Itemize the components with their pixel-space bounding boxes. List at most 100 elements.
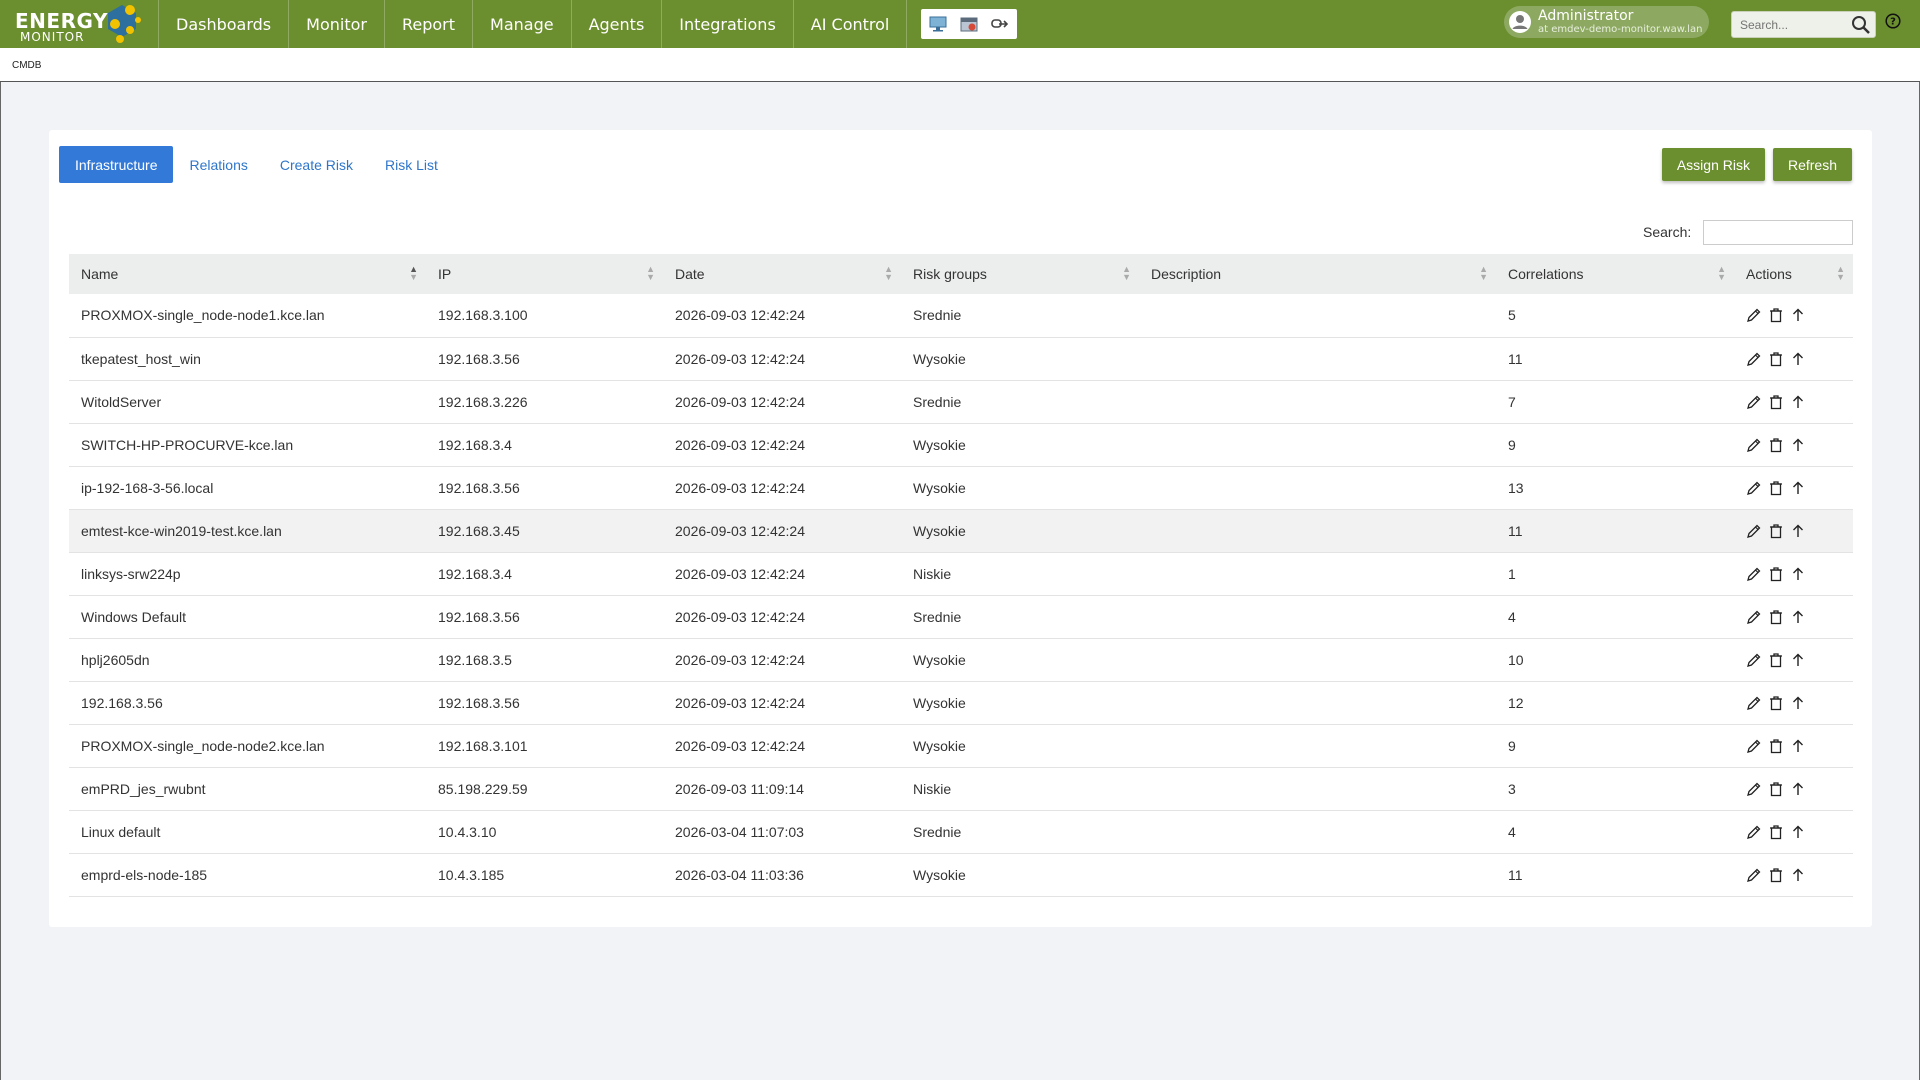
table-search-input[interactable]	[1703, 220, 1853, 245]
alert-calendar-icon[interactable]	[958, 13, 980, 35]
edit-icon[interactable]	[1746, 566, 1762, 582]
delete-icon[interactable]	[1768, 394, 1784, 410]
delete-icon[interactable]	[1768, 867, 1784, 883]
cell-risk-group: Wysokie	[901, 337, 1139, 381]
col-risk-groups[interactable]: Risk groups ▲ ▼	[901, 254, 1139, 294]
delete-icon[interactable]	[1768, 738, 1784, 754]
table-row[interactable]: emprd-els-node-185 10.4.3.185 2026-03-04…	[69, 853, 1853, 897]
edit-icon[interactable]	[1746, 307, 1762, 323]
delete-icon[interactable]	[1768, 824, 1784, 840]
table-row[interactable]: ip-192-168-3-56.local 192.168.3.56 2026-…	[69, 466, 1853, 510]
cell-correlations: 5	[1496, 294, 1734, 338]
delete-icon[interactable]	[1768, 781, 1784, 797]
move-up-icon[interactable]	[1790, 695, 1806, 711]
sort-icon: ▲ ▼	[1717, 264, 1726, 282]
delete-icon[interactable]	[1768, 523, 1784, 539]
cell-actions	[1734, 337, 1853, 381]
delete-icon[interactable]	[1768, 652, 1784, 668]
move-up-icon[interactable]	[1790, 738, 1806, 754]
cell-actions	[1734, 638, 1853, 682]
table-row[interactable]: PROXMOX-single_node-node1.kce.lan 192.16…	[69, 294, 1853, 338]
link-arrow-icon[interactable]	[989, 13, 1011, 35]
move-up-icon[interactable]	[1790, 394, 1806, 410]
move-up-icon[interactable]	[1790, 867, 1806, 883]
nav-dashboards[interactable]: Dashboards	[158, 0, 290, 48]
global-search-input[interactable]	[1732, 12, 1850, 37]
energy-monitor-logo[interactable]: ENERGY MONITOR	[0, 0, 158, 48]
table-row[interactable]: WitoldServer 192.168.3.226 2026-09-03 12…	[69, 380, 1853, 424]
delete-icon[interactable]	[1768, 695, 1784, 711]
col-correlations[interactable]: Correlations ▲ ▼	[1496, 254, 1734, 294]
edit-icon[interactable]	[1746, 437, 1762, 453]
edit-icon[interactable]	[1746, 523, 1762, 539]
table-row[interactable]: emtest-kce-win2019-test.kce.lan 192.168.…	[69, 509, 1853, 553]
cell-date: 2026-09-03 12:42:24	[663, 466, 901, 510]
nav-manage[interactable]: Manage	[473, 0, 572, 48]
edit-icon[interactable]	[1746, 652, 1762, 668]
refresh-button[interactable]: Refresh	[1772, 148, 1852, 181]
edit-icon[interactable]	[1746, 738, 1762, 754]
table-row[interactable]: linksys-srw224p 192.168.3.4 2026-09-03 1…	[69, 552, 1853, 596]
edit-icon[interactable]	[1746, 695, 1762, 711]
cell-actions	[1734, 380, 1853, 424]
delete-icon[interactable]	[1768, 609, 1784, 625]
col-description[interactable]: Description ▲ ▼	[1139, 254, 1496, 294]
table-row[interactable]: Windows Default 192.168.3.56 2026-09-03 …	[69, 595, 1853, 639]
cell-risk-group: Wysokie	[901, 466, 1139, 510]
cell-description	[1139, 294, 1496, 338]
col-ip[interactable]: IP ▲ ▼	[426, 254, 663, 294]
table-row[interactable]: 192.168.3.56 192.168.3.56 2026-09-03 12:…	[69, 681, 1853, 725]
tab-risk-list[interactable]: Risk List	[369, 146, 454, 183]
table-row[interactable]: emPRD_jes_rwubnt 85.198.229.59 2026-09-0…	[69, 767, 1853, 811]
tab-relations[interactable]: Relations	[173, 146, 263, 183]
move-up-icon[interactable]	[1790, 480, 1806, 496]
edit-icon[interactable]	[1746, 351, 1762, 367]
cell-name: ip-192-168-3-56.local	[69, 466, 426, 510]
edit-icon[interactable]	[1746, 609, 1762, 625]
move-up-icon[interactable]	[1790, 609, 1806, 625]
edit-icon[interactable]	[1746, 781, 1762, 797]
move-up-icon[interactable]	[1790, 566, 1806, 582]
move-up-icon[interactable]	[1790, 307, 1806, 323]
table-row[interactable]: tkepatest_host_win 192.168.3.56 2026-09-…	[69, 337, 1853, 381]
help-icon[interactable]: ?	[1885, 13, 1901, 34]
cell-ip: 10.4.3.10	[426, 810, 663, 854]
table-row[interactable]: Linux default 10.4.3.10 2026-03-04 11:07…	[69, 810, 1853, 854]
nav-integrations[interactable]: Integrations	[662, 0, 794, 48]
edit-icon[interactable]	[1746, 480, 1762, 496]
nav-report[interactable]: Report	[385, 0, 474, 48]
nav-monitor[interactable]: Monitor	[289, 0, 385, 48]
delete-icon[interactable]	[1768, 307, 1784, 323]
edit-icon[interactable]	[1746, 394, 1762, 410]
edit-icon[interactable]	[1746, 824, 1762, 840]
tab-infrastructure[interactable]: Infrastructure	[59, 146, 174, 183]
cell-correlations: 12	[1496, 681, 1734, 725]
nav-agents[interactable]: Agents	[572, 0, 663, 48]
delete-icon[interactable]	[1768, 351, 1784, 367]
col-name[interactable]: Name ▲ ▼	[69, 254, 426, 294]
delete-icon[interactable]	[1768, 480, 1784, 496]
assign-risk-button[interactable]: Assign Risk	[1661, 148, 1765, 181]
search-icon[interactable]	[1851, 15, 1871, 40]
table-row[interactable]: hplj2605dn 192.168.3.5 2026-09-03 12:42:…	[69, 638, 1853, 682]
edit-icon[interactable]	[1746, 867, 1762, 883]
delete-icon[interactable]	[1768, 437, 1784, 453]
card-actions: Assign Risk Refresh	[1661, 148, 1852, 181]
cell-actions	[1734, 552, 1853, 596]
col-date[interactable]: Date ▲ ▼	[663, 254, 901, 294]
nav-ai-control[interactable]: AI Control	[794, 0, 908, 48]
move-up-icon[interactable]	[1790, 652, 1806, 668]
move-up-icon[interactable]	[1790, 523, 1806, 539]
table-row[interactable]: PROXMOX-single_node-node2.kce.lan 192.16…	[69, 724, 1853, 768]
table-row[interactable]: SWITCH-HP-PROCURVE-kce.lan 192.168.3.4 2…	[69, 423, 1853, 467]
delete-icon[interactable]	[1768, 566, 1784, 582]
move-up-icon[interactable]	[1790, 824, 1806, 840]
user-menu[interactable]: Administrator at emdev-demo-monitor.waw.…	[1504, 6, 1709, 38]
col-actions[interactable]: Actions ▲ ▼	[1734, 254, 1853, 294]
move-up-icon[interactable]	[1790, 437, 1806, 453]
move-up-icon[interactable]	[1790, 781, 1806, 797]
tab-create-risk[interactable]: Create Risk	[264, 146, 369, 183]
cell-description	[1139, 724, 1496, 768]
move-up-icon[interactable]	[1790, 351, 1806, 367]
monitor-screen-icon[interactable]	[927, 13, 949, 35]
